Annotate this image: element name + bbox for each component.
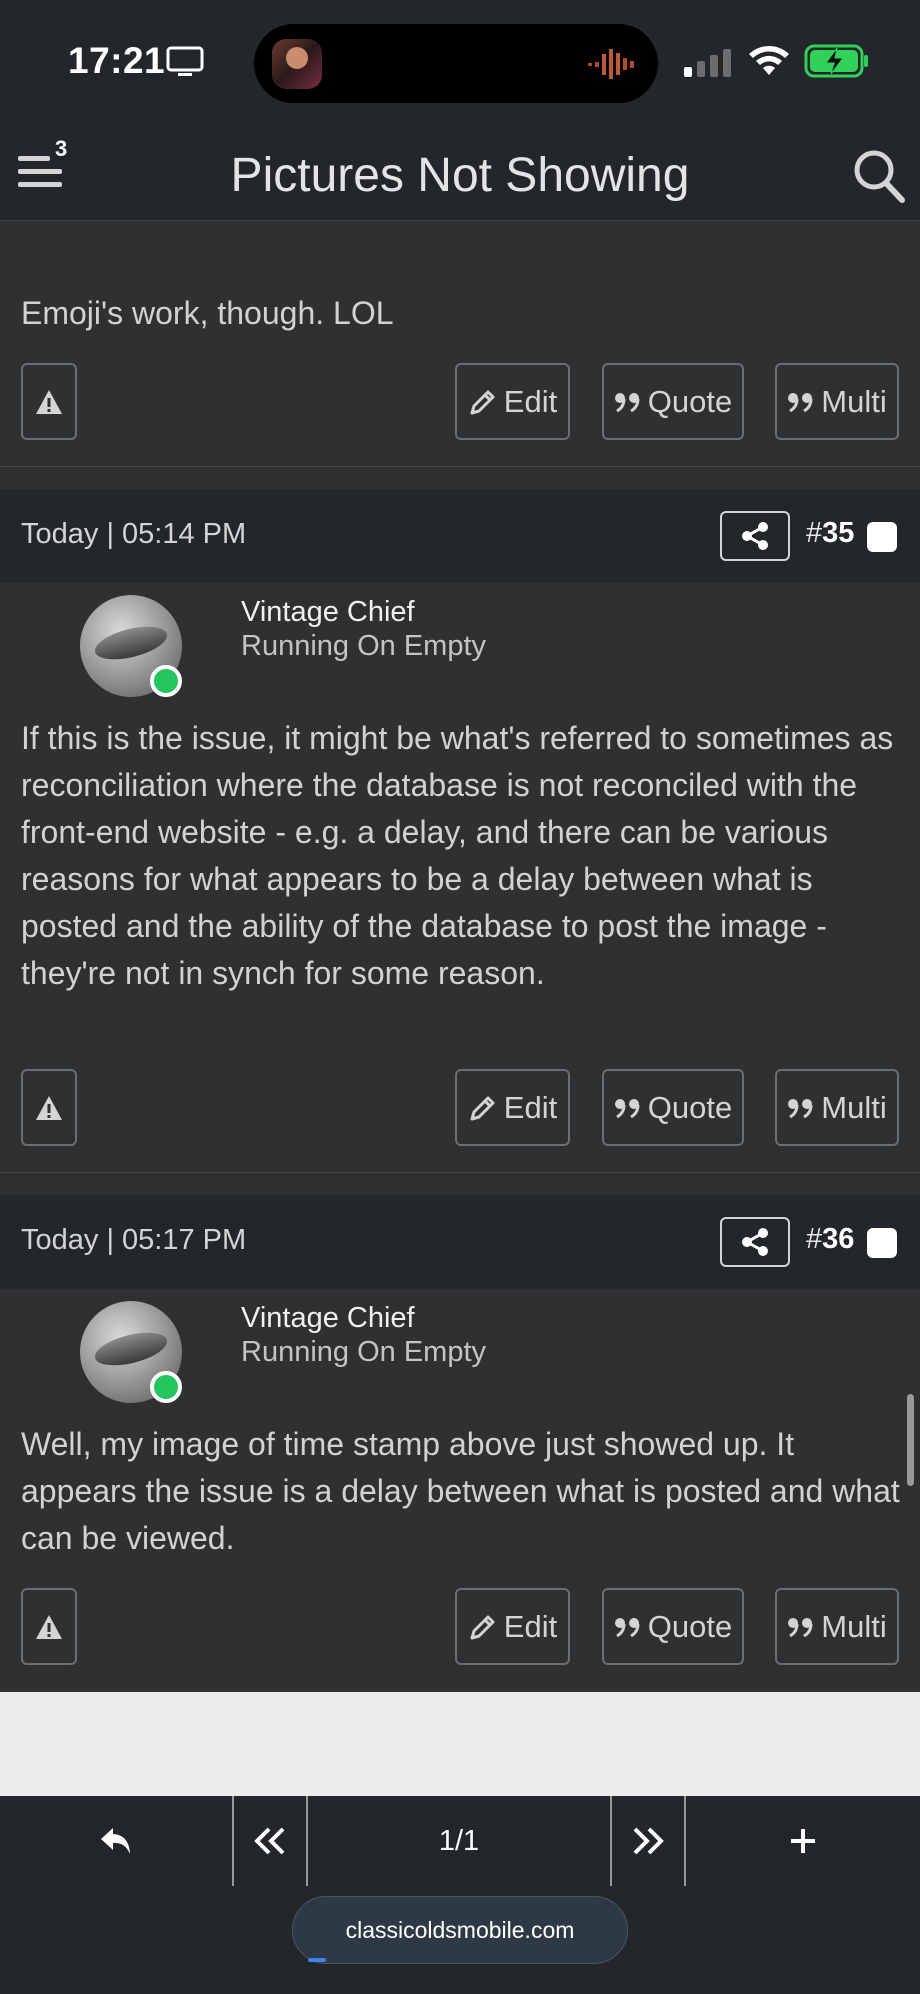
post-number-prefix: # xyxy=(806,517,823,549)
quote-label: Quote xyxy=(647,1608,733,1644)
edit-button[interactable]: Edit xyxy=(455,1069,570,1146)
quote-label: Quote xyxy=(647,383,733,419)
multi-label: Multi xyxy=(821,383,887,419)
post-separator xyxy=(0,466,920,467)
cellular-signal-icon xyxy=(684,49,731,77)
post-header: Today | 05:17 PM #36 xyxy=(0,1195,920,1289)
edit-button[interactable]: Edit xyxy=(455,363,570,440)
online-status-indicator xyxy=(150,1371,182,1403)
status-bar: 17:21 xyxy=(0,0,920,120)
post-number[interactable]: #36 xyxy=(806,1223,854,1256)
avatar[interactable] xyxy=(80,1301,182,1403)
quote-icon xyxy=(788,392,813,412)
browser-url: classicoldsmobile.com xyxy=(345,1916,575,1943)
now-playing-artwork xyxy=(272,39,322,89)
multi-label: Multi xyxy=(821,1608,887,1644)
warning-icon xyxy=(36,1614,62,1639)
reply-arrow-icon xyxy=(101,1828,130,1854)
share-icon xyxy=(742,1228,768,1256)
quote-icon xyxy=(614,1617,640,1637)
post-body: Well, my image of time stamp above just … xyxy=(21,1426,900,1556)
double-chevron-left-icon xyxy=(254,1827,285,1855)
edit-label: Edit xyxy=(503,1608,558,1644)
online-status-indicator xyxy=(150,665,182,697)
warning-icon xyxy=(36,389,62,414)
new-post-button[interactable] xyxy=(686,1796,920,1886)
page-indicator[interactable]: 1/1 xyxy=(308,1796,610,1886)
pencil-icon xyxy=(470,390,495,414)
scrollbar-thumb[interactable] xyxy=(907,1394,914,1486)
bottom-navigation: 1/1 classicoldsmobile.com xyxy=(0,1796,920,1994)
browser-address-bar[interactable]: classicoldsmobile.com xyxy=(292,1896,628,1964)
page-title: Pictures Not Showing xyxy=(230,149,690,202)
status-time: 17:21 xyxy=(68,40,166,81)
post-select-checkbox[interactable] xyxy=(867,1228,897,1258)
post-body: If this is the issue, it might be what's… xyxy=(21,720,894,991)
quote-label: Quote xyxy=(647,1089,733,1125)
multi-quote-button[interactable]: Multi xyxy=(775,1069,899,1146)
share-button[interactable] xyxy=(720,511,790,561)
page-indicator-text: 1/1 xyxy=(438,1824,480,1857)
pencil-icon xyxy=(470,1096,495,1120)
multi-quote-button[interactable]: Multi xyxy=(775,363,899,440)
reply-area-placeholder xyxy=(0,1692,920,1796)
edit-button[interactable]: Edit xyxy=(455,1588,570,1665)
post-separator xyxy=(0,1172,920,1173)
multi-quote-button[interactable]: Multi xyxy=(775,1588,899,1665)
multi-label: Multi xyxy=(821,1089,887,1125)
quote-icon xyxy=(788,1098,813,1118)
author-title: Running On Empty xyxy=(241,630,487,662)
reply-button[interactable] xyxy=(0,1796,232,1886)
quote-button[interactable]: Quote xyxy=(602,363,744,440)
pencil-icon xyxy=(470,1615,495,1639)
quote-button[interactable]: Quote xyxy=(602,1069,744,1146)
dynamic-island xyxy=(254,24,658,103)
avatar-blimp-image xyxy=(91,620,171,666)
post-number-prefix: # xyxy=(806,1223,823,1255)
screen-mirroring-icon xyxy=(166,46,204,76)
post-number-value: 35 xyxy=(822,517,855,549)
share-icon xyxy=(742,522,768,550)
quote-icon xyxy=(614,392,640,412)
warning-icon xyxy=(36,1095,62,1120)
edit-label: Edit xyxy=(503,1089,558,1125)
search-icon[interactable] xyxy=(852,148,906,204)
post-header: Today | 05:14 PM #35 xyxy=(0,489,920,583)
post-date: Today | 05:17 PM xyxy=(21,1224,247,1256)
last-page-button[interactable] xyxy=(612,1796,684,1886)
post-number-value: 36 xyxy=(822,1223,855,1255)
audio-waveform-icon xyxy=(588,49,634,79)
quote-icon xyxy=(788,1617,813,1637)
report-button[interactable] xyxy=(21,1588,77,1665)
author-name[interactable]: Vintage Chief xyxy=(241,1302,415,1335)
double-chevron-right-icon xyxy=(633,1827,664,1855)
report-button[interactable] xyxy=(21,363,77,440)
battery-charging-icon xyxy=(804,44,868,78)
post-date: Today | 05:14 PM xyxy=(21,518,247,550)
avatar[interactable] xyxy=(80,595,182,697)
post-select-checkbox[interactable] xyxy=(867,522,897,552)
avatar-blimp-image xyxy=(91,1326,171,1372)
wifi-icon xyxy=(749,46,789,75)
app-header: 3 Pictures Not Showing xyxy=(0,120,920,221)
share-button[interactable] xyxy=(720,1217,790,1267)
edit-label: Edit xyxy=(503,383,558,419)
page-load-progress xyxy=(308,1958,326,1962)
first-page-button[interactable] xyxy=(234,1796,306,1886)
author-title: Running On Empty xyxy=(241,1336,487,1368)
plus-icon xyxy=(791,1829,815,1853)
author-name[interactable]: Vintage Chief xyxy=(241,596,415,629)
post-body-previous: Emoji's work, though. LOL xyxy=(21,295,394,331)
report-button[interactable] xyxy=(21,1069,77,1146)
quote-icon xyxy=(614,1098,640,1118)
post-number[interactable]: #35 xyxy=(806,517,854,550)
quote-button[interactable]: Quote xyxy=(602,1588,744,1665)
